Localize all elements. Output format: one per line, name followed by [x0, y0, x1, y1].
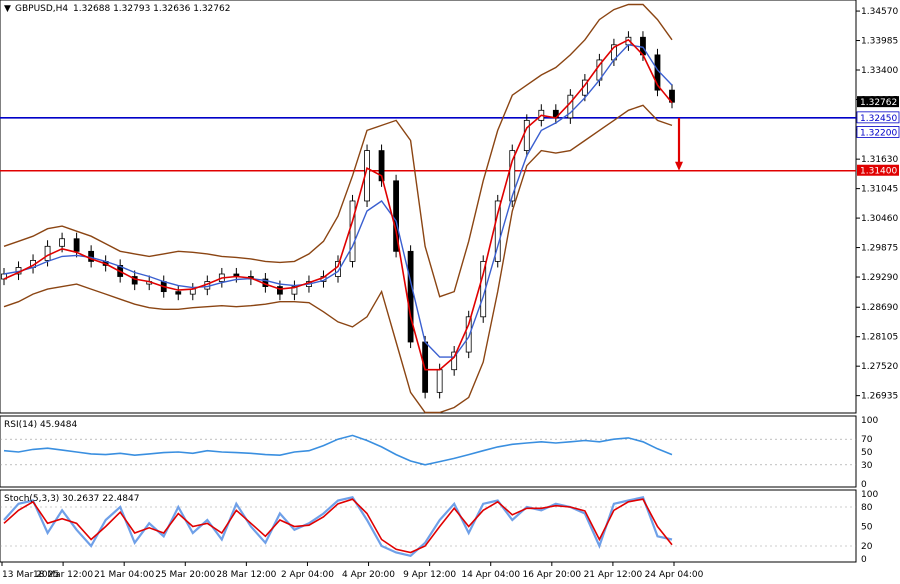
trading-chart[interactable]: 1.345701.339851.334001.328151.322151.316… — [0, 0, 900, 584]
price-tick-label: 1.31045 — [861, 185, 898, 195]
candle-body — [407, 250, 414, 343]
ohlc-label: 1.32688 1.32793 1.32636 1.32762 — [73, 4, 230, 14]
price-tick-label: 1.29290 — [861, 273, 898, 283]
price-tick-label: 1.27520 — [861, 362, 898, 372]
rsi-title: RSI(14) 45.9484 — [4, 420, 77, 430]
time-tick-label: 18 Mar 12:00 — [33, 570, 93, 580]
time-tick-label: 21 Mar 04:00 — [94, 570, 154, 580]
stoch-tick-label: 80 — [861, 503, 873, 513]
stoch-tick-label: 100 — [861, 490, 878, 500]
candle-body — [523, 119, 530, 151]
time-tick-label: 4 Apr 20:00 — [342, 570, 395, 580]
stoch-tick-label: 0 — [861, 555, 867, 565]
rsi-tick-label: 30 — [861, 461, 873, 471]
chevron-down-icon[interactable]: ▼ — [4, 4, 11, 14]
candle-body — [73, 238, 80, 252]
time-tick-label: 2 Apr 04:00 — [281, 570, 334, 580]
time-tick-label: 9 Apr 12:00 — [403, 570, 456, 580]
time-tick-label: 16 Apr 20:00 — [522, 570, 581, 580]
price-tick-label: 1.33400 — [861, 66, 898, 76]
price-tick-label: 1.28105 — [861, 333, 898, 343]
price-tick-label: 1.33985 — [861, 37, 898, 47]
price-tick-label: 1.29875 — [861, 244, 898, 254]
candle-body — [59, 238, 65, 247]
rsi-tick-label: 0 — [861, 480, 867, 490]
stoch-tick-label: 50 — [861, 523, 873, 533]
price-tick-label: 1.26935 — [861, 392, 898, 402]
candle-body — [349, 200, 356, 262]
price-label: 1.32762 — [860, 98, 897, 108]
time-tick-label: 28 Mar 12:00 — [216, 570, 276, 580]
price-label: 1.32450 — [860, 114, 897, 124]
rsi-panel[interactable] — [0, 415, 857, 488]
price-label: 1.31400 — [860, 167, 897, 177]
price-label: 1.32200 — [860, 128, 897, 138]
time-tick-label: 21 Apr 12:00 — [584, 570, 643, 580]
candle-body — [436, 369, 443, 393]
time-tick-label: 24 Apr 04:00 — [645, 570, 704, 580]
price-tick-label: 1.28690 — [861, 303, 898, 313]
rsi-tick-label: 100 — [861, 416, 878, 426]
stoch-tick-label: 20 — [861, 542, 873, 552]
symbol-label: GBPUSD,H4 — [15, 4, 68, 14]
time-tick-label: 14 Apr 04:00 — [461, 570, 520, 580]
price-tick-label: 1.34570 — [861, 7, 898, 17]
rsi-tick-label: 70 — [861, 435, 873, 445]
price-tick-label: 1.30460 — [861, 214, 898, 224]
candle-body — [175, 291, 182, 295]
time-tick-label: 25 Mar 20:00 — [155, 570, 215, 580]
price-tick-label: 1.31630 — [861, 155, 898, 165]
rsi-tick-label: 50 — [861, 448, 873, 458]
candle-body — [44, 245, 51, 261]
stoch-title: Stoch(5,3,3) 30.2637 22.4847 — [4, 494, 139, 504]
